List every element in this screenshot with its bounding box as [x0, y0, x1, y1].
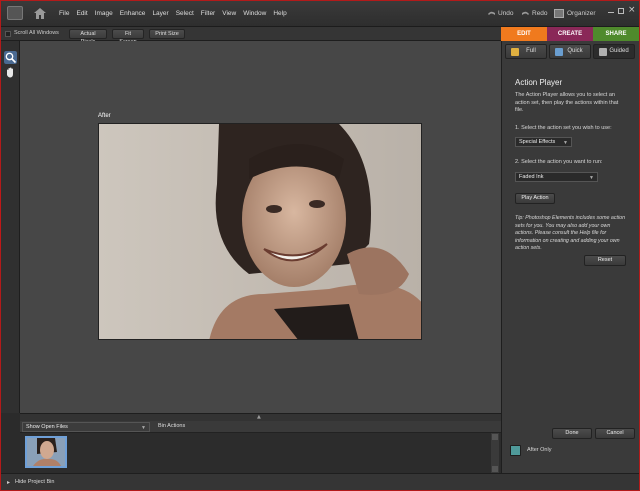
menu-file[interactable]: File: [59, 10, 69, 17]
scroll-all-label: Scroll All Windows: [14, 30, 59, 36]
undo-icon[interactable]: [487, 10, 496, 17]
panel-description: The Action Player allows you to select a…: [515, 92, 619, 113]
tab-share[interactable]: SHARE: [593, 27, 639, 41]
document-photo[interactable]: [98, 123, 422, 340]
tab-create[interactable]: CREATE: [547, 27, 593, 41]
zoom-tool-icon[interactable]: [4, 51, 17, 64]
chevron-down-icon: ▼: [589, 175, 594, 181]
action-dropdown[interactable]: Faded Ink ▼: [515, 172, 598, 182]
show-files-value: Show Open Files: [26, 424, 68, 430]
scroll-up-icon[interactable]: [492, 434, 498, 440]
scroll-all-checkbox[interactable]: [5, 31, 11, 37]
document-label: After: [98, 113, 111, 119]
menu-enhance[interactable]: Enhance: [120, 10, 146, 17]
bin-thumbnail[interactable]: [25, 436, 67, 468]
edit-subtabs: Full Quick Guided: [505, 44, 635, 59]
panel-title: Action Player: [515, 78, 563, 87]
restore-button[interactable]: [618, 8, 624, 14]
step1-label: 1. Select the action set you wish to use…: [515, 125, 612, 131]
bin-header: Show Open Files ▼ Bin Actions: [20, 421, 501, 433]
scroll-down-icon[interactable]: [492, 466, 498, 472]
actual-pixels-button[interactable]: Actual Pixels: [69, 29, 107, 45]
action-set-value: Special Effects: [519, 139, 556, 145]
project-bin: [20, 433, 501, 473]
undo-button[interactable]: Undo: [498, 10, 514, 17]
tips-text: Tip: Photoshop Elements includes some ac…: [515, 215, 626, 251]
bin-toggle-icon[interactable]: ▸: [7, 479, 10, 486]
menu-window[interactable]: Window: [243, 10, 266, 17]
bin-actions-menu[interactable]: Bin Actions: [158, 423, 185, 429]
main-menu: File Edit Image Enhance Layer Select Filter Vie…: [59, 10, 287, 17]
thumbnail-image: [27, 438, 65, 466]
redo-button[interactable]: Redo: [532, 10, 548, 17]
play-action-button[interactable]: Play Action: [515, 193, 555, 204]
menu-select[interactable]: Select: [176, 10, 194, 17]
menu-filter[interactable]: Filter: [201, 10, 215, 17]
tab-full[interactable]: Full: [505, 44, 547, 59]
hide-bin-button[interactable]: Hide Project Bin: [15, 479, 54, 485]
menu-image[interactable]: Image: [95, 10, 113, 17]
menu-help[interactable]: Help: [273, 10, 286, 17]
action-set-dropdown[interactable]: Special Effects ▼: [515, 137, 572, 147]
menu-bar: File Edit Image Enhance Layer Select Filter Vie…: [1, 1, 639, 27]
guided-edit-icon: [599, 48, 607, 56]
menu-layer[interactable]: Layer: [152, 10, 168, 17]
action-value: Faded Ink: [519, 174, 544, 180]
tab-edit[interactable]: EDIT: [501, 27, 547, 41]
redo-icon[interactable]: [521, 10, 530, 17]
menu-edit[interactable]: Edit: [76, 10, 87, 17]
tab-full-label: Full: [526, 48, 536, 54]
cancel-button[interactable]: Cancel: [595, 428, 635, 439]
reset-button[interactable]: Reset: [584, 255, 626, 266]
chevron-down-icon: ▼: [563, 140, 568, 146]
full-edit-icon: [511, 48, 519, 56]
tool-options-bar: Scroll All Windows Actual Pixels Fit Scr…: [1, 27, 501, 45]
fit-screen-button[interactable]: Fit Screen: [112, 29, 144, 45]
done-button[interactable]: Done: [552, 428, 592, 439]
minimize-button[interactable]: [608, 12, 614, 13]
close-icon[interactable]: ×: [628, 5, 636, 15]
chevron-up-icon: ▲: [257, 414, 261, 420]
print-size-button[interactable]: Print Size: [149, 29, 185, 39]
hand-tool-icon[interactable]: [4, 66, 17, 79]
organizer-icon[interactable]: [554, 9, 564, 18]
chevron-down-icon: ▼: [141, 425, 146, 431]
show-files-dropdown[interactable]: Show Open Files ▼: [22, 422, 150, 432]
after-only-label: After Only: [527, 447, 552, 453]
tab-quick[interactable]: Quick: [549, 44, 591, 59]
status-bar: ▸ Hide Project Bin: [1, 473, 639, 490]
quick-fix-icon: [555, 48, 563, 56]
home-icon[interactable]: [33, 7, 47, 20]
step2-label: 2. Select the action you want to run:: [515, 159, 603, 165]
toolbox: [1, 41, 20, 413]
menu-view[interactable]: View: [222, 10, 236, 17]
app-logo: [7, 6, 23, 20]
after-only-icon[interactable]: [510, 445, 521, 456]
mode-tabs: EDIT CREATE SHARE: [501, 27, 639, 41]
organizer-button[interactable]: Organizer: [567, 10, 596, 17]
portrait-image: [99, 124, 421, 339]
bin-resize-bar[interactable]: ▲: [20, 413, 501, 421]
tab-guided[interactable]: Guided: [593, 44, 635, 59]
bin-scrollbar[interactable]: [491, 433, 499, 473]
